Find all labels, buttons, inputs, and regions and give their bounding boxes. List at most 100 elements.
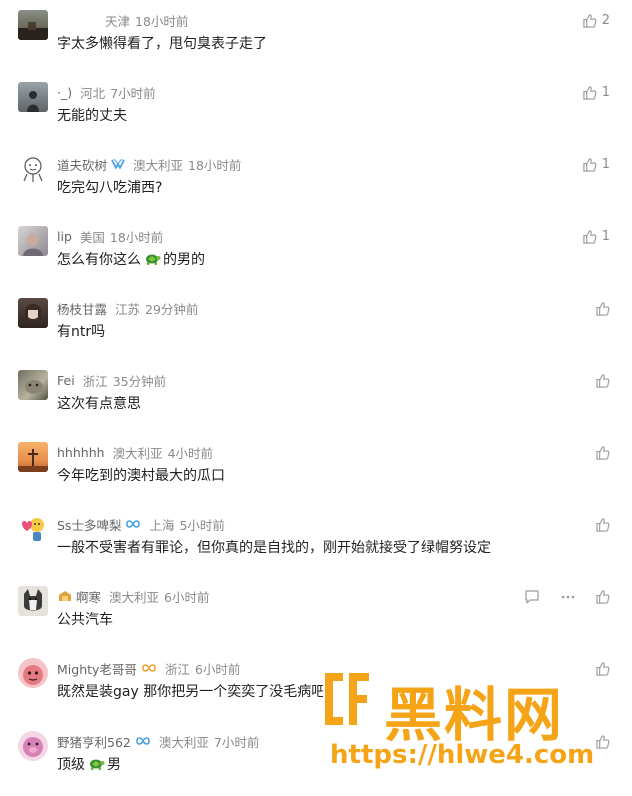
comment-icon[interactable] — [524, 589, 540, 604]
comment-item: 天津 18小时前 字太多懒得看了，甩句臭表子走了 2 — [0, 0, 632, 72]
thumbs-up-icon — [582, 13, 597, 28]
vip-badge-icon — [125, 519, 141, 529]
vip-badge-icon — [141, 663, 157, 673]
avatar[interactable] — [18, 442, 48, 472]
like-button[interactable] — [595, 299, 610, 317]
comment-meta: hhhhhh 澳大利亚 4小时前 — [57, 443, 213, 461]
comment-text: 吃完勾八吃浦西? — [57, 180, 163, 196]
location: 澳大利亚 — [158, 734, 209, 750]
comment-item: 啊寒 澳大利亚 6小时前 公共汽车 — [0, 576, 632, 648]
location: 浙江 — [164, 661, 190, 677]
thumbs-up-icon — [582, 229, 597, 244]
comment-text: 公共汽车 — [57, 612, 113, 628]
like-button[interactable] — [595, 371, 610, 389]
like-button[interactable] — [595, 443, 610, 461]
comment-text-part: 怎么有你这么 — [57, 252, 141, 268]
username[interactable]: 野猪亨利562 — [57, 732, 131, 751]
timestamp: 18小时前 — [109, 229, 164, 245]
comment-item: lip 美国 18小时前 怎么有你这么 的男的 1 — [0, 216, 632, 288]
username[interactable]: ·_) — [57, 85, 72, 100]
avatar[interactable] — [18, 658, 48, 688]
username[interactable]: Fei — [57, 373, 75, 388]
thumbs-up-icon — [595, 589, 610, 604]
vip-badge-icon — [135, 736, 151, 746]
like-button[interactable]: 2 — [582, 11, 610, 29]
timestamp: 18小时前 — [188, 157, 242, 173]
like-button[interactable]: 1 — [582, 227, 610, 245]
comment-meta: Mighty老哥哥 浙江 6小时前 — [57, 659, 240, 677]
location: 澳大利亚 — [112, 445, 163, 461]
like-count: 1 — [601, 228, 610, 244]
avatar[interactable] — [18, 298, 48, 328]
location: 浙江 — [82, 373, 108, 389]
turtle-icon — [143, 252, 161, 266]
comment-item: Ss士多啤梨 上海 5小时前 一般不受害者有罪论，但你真的是自找的，刚开始就接受… — [0, 504, 632, 576]
comment-meta: 天津 18小时前 — [57, 11, 188, 29]
comment-actions — [524, 587, 576, 605]
like-count: 1 — [601, 156, 610, 172]
comment-meta: lip 美国 18小时前 — [57, 227, 163, 245]
avatar[interactable] — [18, 514, 48, 544]
comment-meta: 野猪亨利562 澳大利亚 7小时前 — [57, 732, 259, 750]
location: 上海 — [149, 517, 175, 533]
thumbs-up-icon — [595, 373, 610, 388]
avatar[interactable] — [18, 154, 48, 184]
comment-meta: Ss士多啤梨 上海 5小时前 — [57, 515, 225, 533]
avatar[interactable] — [18, 586, 48, 616]
comment-item: ·_) 河北 7小时前 无能的丈夫 1 — [0, 72, 632, 144]
comment-item: 杨枝甘露 江苏 29分钟前 有ntr吗 — [0, 288, 632, 360]
location: 天津 — [105, 13, 131, 29]
comment-text-part: 男 — [107, 757, 121, 773]
comment-text: 一般不受害者有罪论，但你真的是自找的，刚开始就接受了绿帽努设定 — [57, 540, 491, 556]
comment-text: 这次有点意思 — [57, 396, 141, 412]
like-count: 2 — [601, 12, 610, 28]
location: 美国 — [79, 229, 105, 245]
timestamp: 5小时前 — [179, 517, 225, 533]
watermark-logo-icon — [323, 671, 371, 727]
thumbs-up-icon — [595, 517, 610, 532]
thumbs-up-icon — [582, 157, 597, 172]
turtle-icon — [87, 757, 105, 771]
username[interactable]: 道夫砍树 — [57, 155, 107, 174]
comment-meta: ·_) 河北 7小时前 — [57, 83, 156, 101]
user-emoji-icon — [57, 589, 73, 603]
comment-meta: 啊寒 澳大利亚 6小时前 — [57, 587, 209, 605]
username[interactable]: 杨枝甘露 — [57, 299, 107, 318]
avatar[interactable] — [18, 226, 48, 256]
timestamp: 4小时前 — [167, 445, 214, 461]
comment-item: 道夫砍树 澳大利亚 18小时前 吃完勾八吃浦西? 1 — [0, 144, 632, 216]
comment-text: 今年吃到的澳村最大的瓜口 — [57, 468, 225, 484]
username[interactable]: Ss士多啤梨 — [57, 515, 121, 534]
comment-text: 无能的丈夫 — [57, 108, 127, 124]
watermark-url: https://hlwe4.com — [330, 740, 595, 770]
like-button[interactable] — [595, 587, 610, 605]
location: 江苏 — [115, 301, 141, 317]
location: 河北 — [80, 85, 106, 101]
timestamp: 7小时前 — [213, 734, 260, 750]
username[interactable]: lip — [57, 229, 72, 244]
avatar[interactable] — [18, 82, 48, 112]
comment-text: 有ntr吗 — [57, 324, 106, 340]
more-icon[interactable] — [560, 589, 576, 604]
username[interactable]: Mighty老哥哥 — [57, 659, 137, 678]
timestamp: 7小时前 — [110, 85, 156, 101]
watermark: 黑料网 https://hlwe4.com — [314, 664, 632, 784]
username[interactable]: 啊寒 — [76, 587, 101, 606]
comment-text: 顶级 男 — [57, 754, 121, 774]
location: 澳大利亚 — [109, 589, 160, 605]
like-button[interactable]: 1 — [582, 83, 610, 101]
comment-item: hhhhhh 澳大利亚 4小时前 今年吃到的澳村最大的瓜口 — [0, 432, 632, 504]
vip-badge-icon — [111, 158, 125, 170]
like-button[interactable]: 1 — [582, 155, 610, 173]
avatar[interactable] — [18, 370, 48, 400]
thumbs-up-icon — [595, 301, 610, 316]
comment-text: 怎么有你这么 的男的 — [57, 249, 205, 269]
like-button[interactable] — [595, 515, 610, 533]
avatar[interactable] — [18, 10, 48, 40]
comment-meta: Fei 浙江 35分钟前 — [57, 371, 166, 389]
timestamp: 6小时前 — [164, 589, 210, 605]
username[interactable]: hhhhhh — [57, 445, 105, 460]
avatar[interactable] — [18, 731, 48, 761]
timestamp: 18小时前 — [135, 13, 189, 29]
comment-text: 字太多懒得看了，甩句臭表子走了 — [57, 36, 267, 52]
